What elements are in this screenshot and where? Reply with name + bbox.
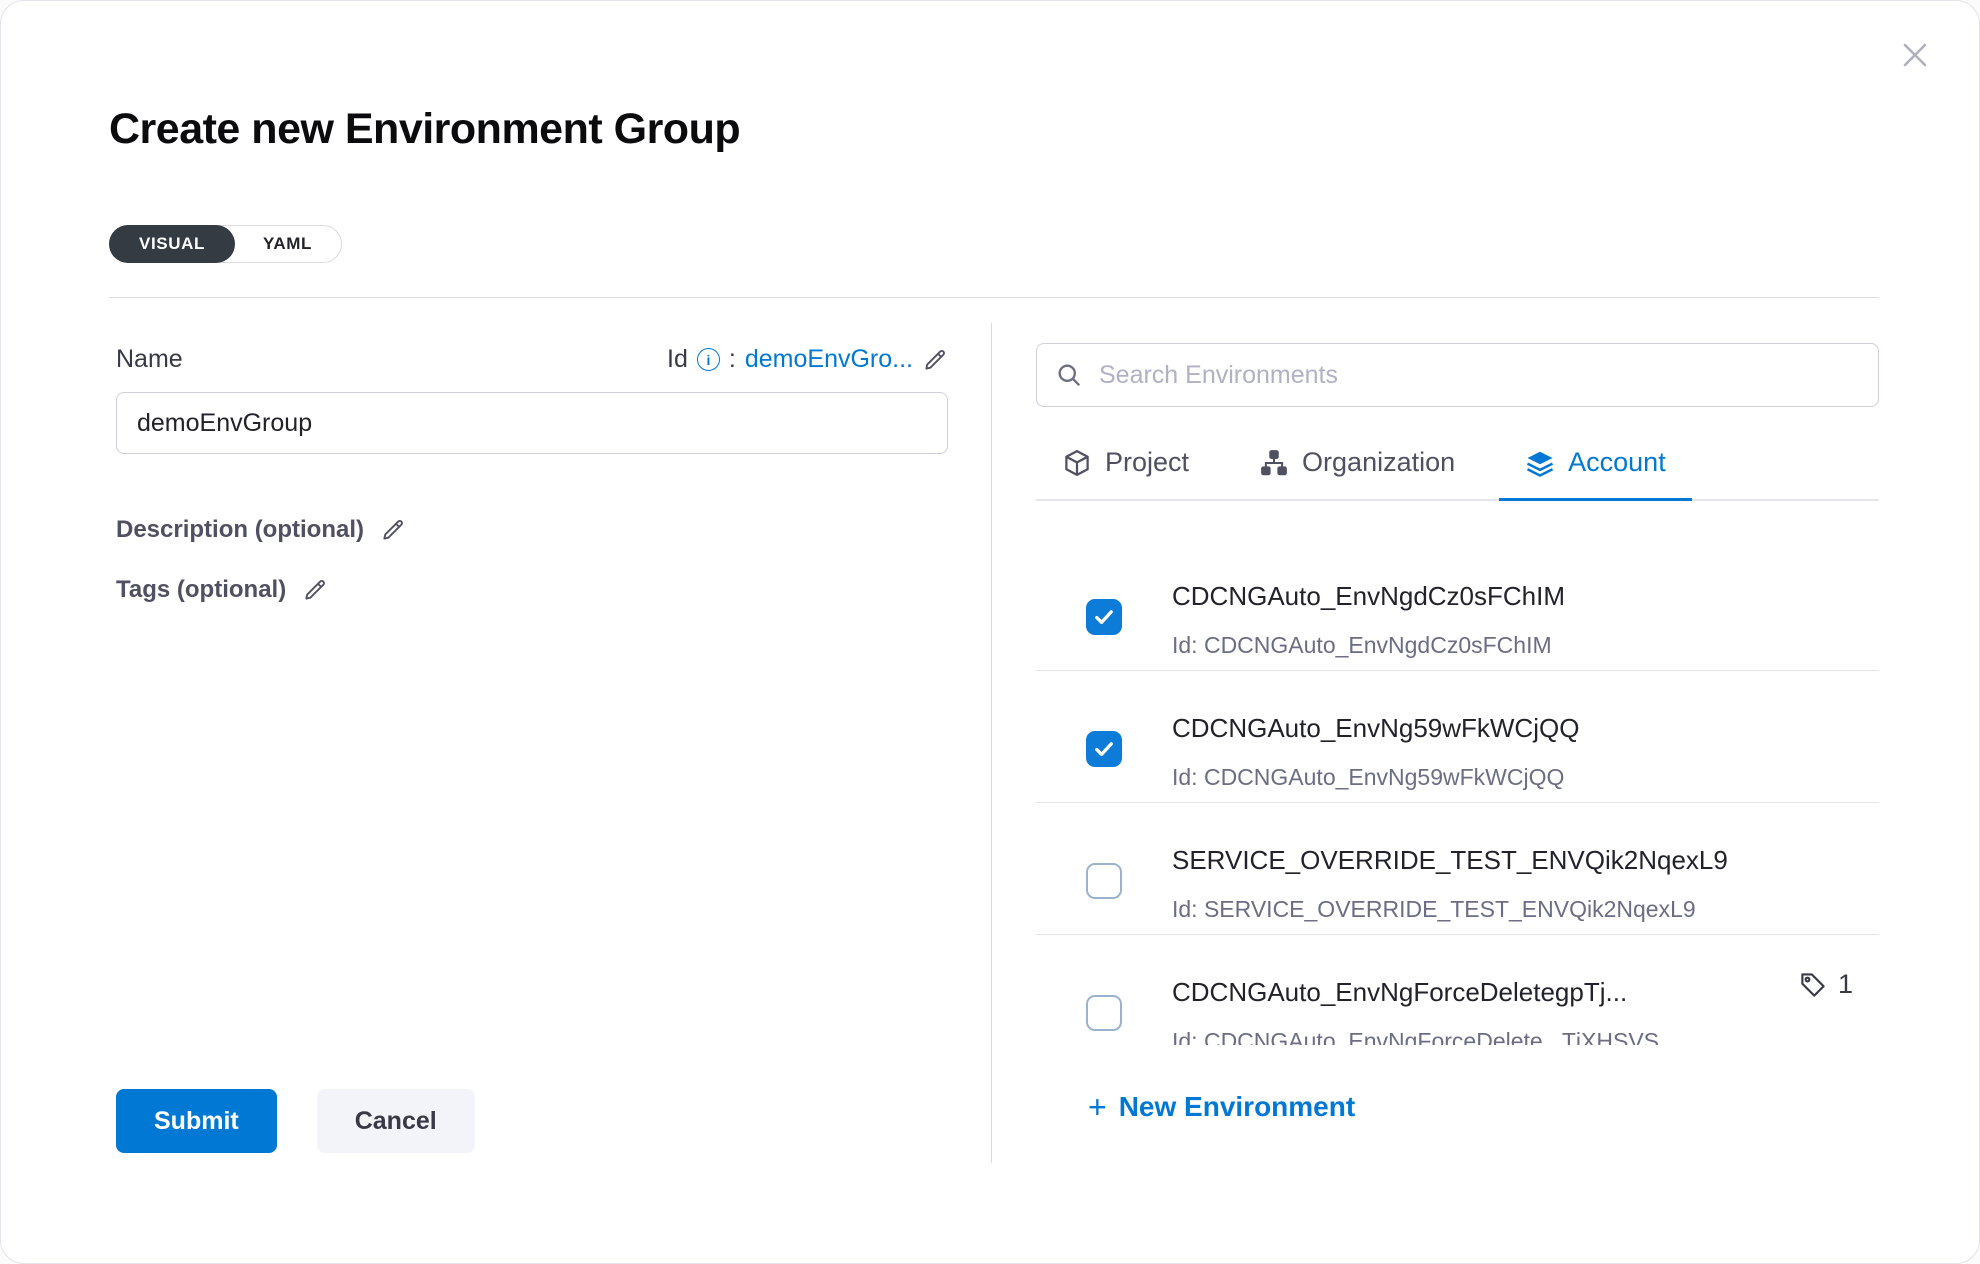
tags-label: Tags (optional)	[116, 576, 286, 604]
footer-actions: Submit Cancel	[116, 1089, 475, 1153]
scope-tabs: Project Organization Account	[1036, 441, 1879, 501]
name-label: Name	[116, 345, 183, 374]
toggle-visual[interactable]: VISUAL	[109, 225, 235, 263]
environment-list: CDCNGAuto_EnvNgdCz0sFChIM Id: CDCNGAuto_…	[1036, 539, 1879, 1045]
env-id: Id: CDCNGAuto_EnvNgdCz0sFChIM	[1172, 632, 1879, 659]
id-colon: :	[729, 345, 736, 374]
tag-count: 1	[1838, 969, 1853, 1000]
tab-account[interactable]: Account	[1499, 441, 1692, 501]
env-checkbox[interactable]	[1086, 599, 1122, 635]
tab-organization[interactable]: Organization	[1233, 441, 1481, 501]
close-icon[interactable]	[1897, 37, 1933, 73]
env-name: CDCNGAuto_EnvNgForceDeletegpTj...	[1172, 977, 1879, 1008]
id-group: Id i : demoEnvGro...	[667, 345, 948, 374]
tab-project-label: Project	[1105, 447, 1189, 478]
search-icon	[1055, 361, 1083, 389]
description-label: Description (optional)	[116, 516, 364, 544]
env-checkbox[interactable]	[1086, 731, 1122, 767]
env-name: CDCNGAuto_EnvNg59wFkWCjQQ	[1172, 713, 1879, 744]
tags-row: Tags (optional)	[116, 576, 948, 604]
tab-account-label: Account	[1568, 447, 1666, 478]
account-icon	[1525, 448, 1555, 478]
edit-id-icon[interactable]	[922, 347, 948, 373]
vertical-divider	[991, 323, 992, 1163]
tag-count-badge: 1	[1798, 969, 1853, 1000]
env-id: Id: SERVICE_OVERRIDE_TEST_ENVQik2NqexL9	[1172, 896, 1879, 923]
project-icon	[1062, 448, 1092, 478]
new-environment-label: New Environment	[1119, 1091, 1355, 1123]
search-box	[1036, 343, 1879, 407]
env-checkbox[interactable]	[1086, 863, 1122, 899]
name-row: Name Id i : demoEnvGro...	[116, 345, 948, 374]
tab-organization-label: Organization	[1302, 447, 1455, 478]
cancel-button[interactable]: Cancel	[317, 1089, 475, 1153]
edit-tags-icon[interactable]	[302, 577, 328, 603]
create-env-group-modal: Create new Environment Group VISUAL YAML…	[0, 0, 1980, 1264]
environment-row[interactable]: CDCNGAuto_EnvNgForceDeletegpTj... Id: CD…	[1036, 935, 1879, 1045]
environment-row[interactable]: CDCNGAuto_EnvNg59wFkWCjQQ Id: CDCNGAuto_…	[1036, 671, 1879, 803]
new-environment-button[interactable]: + New Environment	[1036, 1091, 1879, 1123]
description-row: Description (optional)	[116, 516, 948, 544]
toggle-yaml[interactable]: YAML	[233, 225, 342, 263]
environment-row[interactable]: CDCNGAuto_EnvNgdCz0sFChIM Id: CDCNGAuto_…	[1036, 539, 1879, 671]
env-id: Id: CDCNGAuto_EnvNg59wFkWCjQQ	[1172, 764, 1879, 791]
env-name: CDCNGAuto_EnvNgdCz0sFChIM	[1172, 581, 1879, 612]
environment-row[interactable]: SERVICE_OVERRIDE_TEST_ENVQik2NqexL9 Id: …	[1036, 803, 1879, 935]
env-checkbox[interactable]	[1086, 995, 1122, 1031]
environments-panel: Project Organization Account	[1036, 343, 1879, 1123]
name-input[interactable]	[116, 392, 948, 454]
page-title: Create new Environment Group	[109, 105, 740, 154]
info-icon[interactable]: i	[697, 348, 720, 371]
organization-icon	[1259, 448, 1289, 478]
env-name: SERVICE_OVERRIDE_TEST_ENVQik2NqexL9	[1172, 845, 1879, 876]
tab-project[interactable]: Project	[1036, 441, 1215, 501]
plus-icon: +	[1088, 1091, 1107, 1123]
id-value-link[interactable]: demoEnvGro...	[745, 345, 913, 374]
visual-yaml-toggle: VISUAL YAML	[109, 225, 342, 263]
search-input[interactable]	[1099, 361, 1860, 390]
tag-icon	[1798, 970, 1828, 1000]
submit-button[interactable]: Submit	[116, 1089, 277, 1153]
env-group-form: Name Id i : demoEnvGro... Description (o…	[116, 345, 948, 604]
edit-description-icon[interactable]	[380, 517, 406, 543]
env-id: Id: CDCNGAuto_EnvNgForceDelete...TjXHSVS	[1172, 1028, 1879, 1045]
top-divider	[109, 297, 1879, 298]
id-label: Id	[667, 345, 688, 374]
